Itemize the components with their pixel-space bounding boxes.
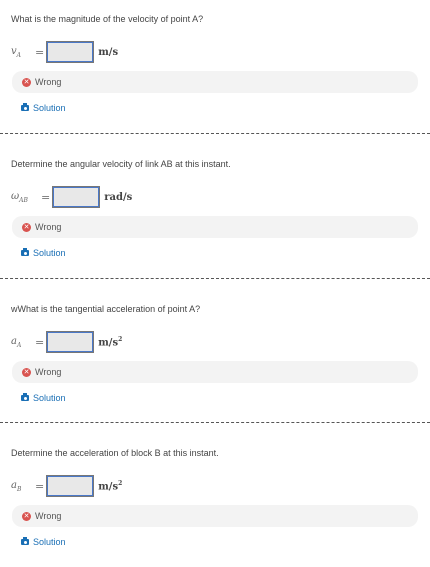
unit-exponent: 2 [118,335,123,343]
equals-sign: = [35,335,45,349]
camera-icon [21,103,29,111]
question-text: What is the magnitude of the velocity of… [11,14,204,24]
unit-base: m/s [98,46,119,58]
unit-base: m/s [98,481,119,493]
camera-icon [21,393,29,401]
camera-icon [21,537,29,545]
camera-icon [21,248,29,256]
error-icon: ✕ [22,222,31,232]
question-text: wWhat is the tangential acceleration of … [11,304,201,314]
solution-link[interactable]: Solution [21,537,66,547]
solution-label: Solution [33,103,66,113]
unit-label: rad/s [104,192,132,203]
unit-label: m/s [98,47,118,58]
unit-exponent: 2 [118,479,123,487]
variable-label: vA [11,46,33,59]
status-label: Wrong [35,511,62,521]
solution-link[interactable]: Solution [21,393,66,403]
unit-label: m/s2 [98,480,122,492]
unit-label: m/s2 [98,336,122,348]
variable-subscript: A [16,51,21,59]
error-icon: ✕ [22,367,31,377]
status-bar: ✕ Wrong [12,505,418,527]
error-icon: ✕ [22,511,31,521]
status-label: Wrong [35,222,62,232]
status-bar: ✕ Wrong [12,216,418,238]
solution-link[interactable]: Solution [21,103,66,113]
answer-row: ωAB = rad/s [11,184,132,210]
variable-label: ωAB [11,191,39,204]
question-1: What is the magnitude of the velocity of… [0,0,430,133]
variable-subscript: A [16,341,22,349]
variable-symbol: ω [11,190,20,202]
question-text: Determine the angular velocity of link A… [11,159,231,169]
question-text: Determine the acceleration of block B at… [11,448,219,458]
answer-input[interactable] [46,331,95,353]
question-3: wWhat is the tangential acceleration of … [0,278,430,422]
status-bar: ✕ Wrong [12,361,418,383]
equals-sign: = [35,479,45,493]
answer-input[interactable] [46,475,95,497]
answer-input[interactable] [52,186,101,208]
variable-subscript: AB [19,196,28,204]
status-bar: ✕ Wrong [12,71,418,93]
unit-base: rad/s [104,191,133,203]
solution-label: Solution [33,393,66,403]
question-2: Determine the angular velocity of link A… [0,133,430,278]
unit-base: m/s [98,337,119,349]
variable-subscript: B [16,485,22,493]
question-4: Determine the acceleration of block B at… [0,422,430,567]
variable-label: aB [11,480,33,493]
solution-link[interactable]: Solution [21,248,66,258]
status-label: Wrong [35,367,62,377]
status-label: Wrong [35,77,62,87]
solution-label: Solution [33,248,66,258]
answer-row: aA = m/s2 [11,329,122,355]
answer-input[interactable] [46,41,95,63]
variable-label: aA [11,336,33,349]
error-icon: ✕ [22,77,31,87]
equals-sign: = [41,190,51,204]
equals-sign: = [35,45,45,59]
answer-row: vA = m/s [11,39,118,65]
answer-row: aB = m/s2 [11,473,122,499]
solution-label: Solution [33,537,66,547]
